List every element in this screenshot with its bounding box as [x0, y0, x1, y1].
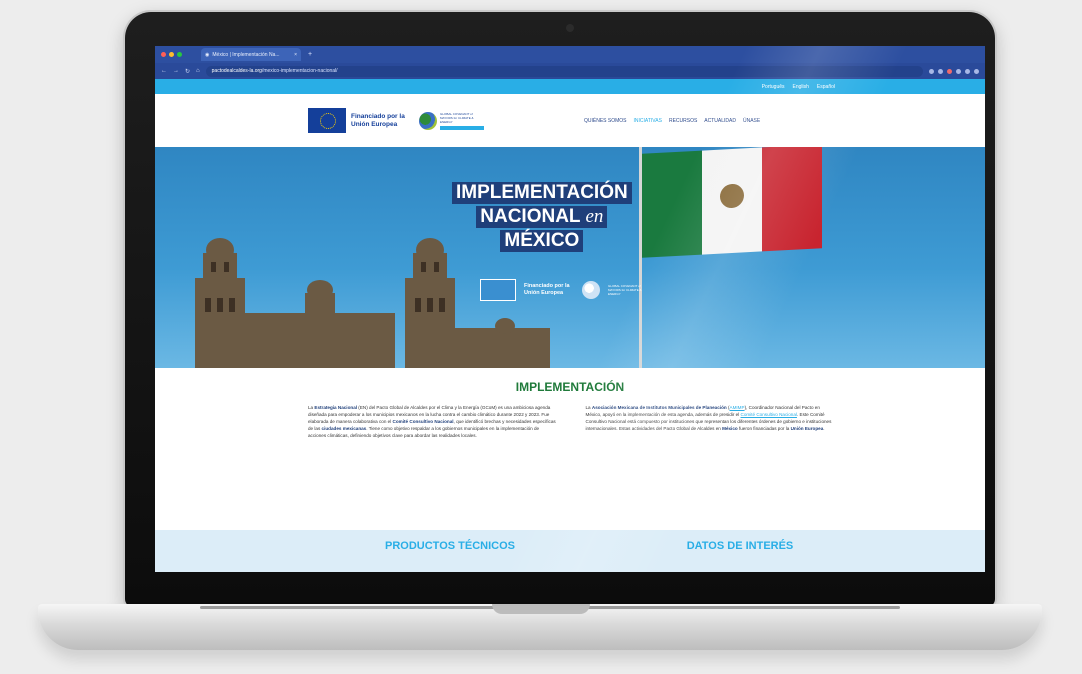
text-run: Estrategia Nacional — [314, 405, 358, 410]
bottom-bar: PRODUCTOS TÉCNICOS DATOS DE INTERÉS — [155, 530, 985, 572]
address-bar-row: ← → ↻ ⌂ pactodealcaldes-la.org /mexico-i… — [155, 63, 985, 79]
reload-icon[interactable]: ↻ — [185, 68, 190, 75]
extension-icon[interactable] — [938, 68, 943, 74]
lang-espanol[interactable]: Español — [817, 84, 835, 90]
url-domain: pactodealcaldes-la.org — [211, 68, 262, 74]
globe-icon: ◉ — [205, 51, 210, 58]
text-run: Unión Europea — [790, 426, 824, 431]
section-title: IMPLEMENTACIÓN — [515, 380, 625, 394]
home-icon[interactable]: ⌂ — [196, 68, 200, 74]
close-icon[interactable]: × — [294, 52, 297, 58]
extensions — [929, 68, 979, 74]
profile-icon[interactable] — [965, 68, 970, 74]
language-bar: Português English Español — [155, 79, 985, 94]
lang-english[interactable]: English — [793, 84, 809, 90]
eu-logo[interactable]: Financiado por la Unión Europea — [308, 108, 409, 133]
forward-icon[interactable]: → — [173, 68, 179, 74]
text-run: México — [722, 426, 738, 431]
maximize-window-icon[interactable] — [177, 52, 182, 57]
lang-portugues[interactable]: Português — [762, 84, 785, 90]
datos-de-interes-heading[interactable]: DATOS DE INTERÉS — [595, 530, 985, 572]
camera — [566, 24, 574, 32]
close-window-icon[interactable] — [161, 52, 166, 57]
text-run: Comité Consultivo Nacional — [392, 419, 454, 424]
tab-title: México | Implementación Na... — [212, 51, 280, 58]
browser-tabbar: ◉ México | Implementación Na... × + — [155, 46, 985, 63]
nav-unase[interactable]: ÚNASE — [743, 118, 760, 124]
eu-flag-icon — [308, 108, 346, 133]
inline-link[interactable]: AMIMP — [730, 405, 745, 410]
hero-banner: IMPLEMENTACIÓN NACIONAL en MÉXICO Financ… — [155, 147, 985, 368]
main-menu: QUIÉNES SOMOS INICIATIVAS RECURSOS ACTUA… — [584, 118, 760, 124]
hero-title-line3: MÉXICO — [500, 230, 584, 252]
hero-eu-text: Financiado por la Unión Europea — [524, 283, 570, 296]
text-run: . — [823, 426, 825, 431]
eu-flag-icon — [480, 279, 516, 301]
new-tab-button[interactable]: + — [308, 51, 312, 58]
nav-actualidad[interactable]: ACTUALIDAD — [704, 118, 736, 124]
gcom-globe-icon — [582, 281, 600, 299]
extension-icon[interactable] — [947, 68, 952, 74]
url-path: /mexico-implementacion-nacional/ — [261, 68, 338, 74]
section-col-right: La Asociación Mexicana de Institutos Mun… — [586, 404, 836, 439]
extension-icon[interactable] — [956, 68, 961, 74]
hero-logos: Financiado por la Unión Europea GLOBAL C… — [480, 279, 648, 301]
back-icon[interactable]: ← — [161, 68, 167, 74]
browser-tab[interactable]: ◉ México | Implementación Na... × — [201, 48, 301, 61]
nav-recursos[interactable]: RECURSOS — [669, 118, 697, 124]
minimize-window-icon[interactable] — [169, 52, 174, 57]
nav-iniciativas[interactable]: INICIATIVAS — [634, 118, 662, 124]
hero-gcom-text: GLOBAL COVENANT of MAYORS for CLIMATE & … — [608, 284, 642, 296]
gcom-logo-text: GLOBAL COVENANT of MAYORS for CLIMATE & … — [440, 111, 474, 124]
nav-quienes-somos[interactable]: QUIÉNES SOMOS — [584, 118, 627, 124]
text-run: ciudades mexicanas — [321, 426, 367, 431]
url-field[interactable]: pactodealcaldes-la.org /mexico-implement… — [205, 65, 923, 77]
laptop-notch — [492, 604, 590, 614]
hero-title: IMPLEMENTACIÓN NACIONAL en MÉXICO — [452, 182, 632, 254]
text-run: Asociación Mexicana de Institutos Munici… — [591, 405, 727, 410]
text-run: fueron financiadas por la — [737, 426, 791, 431]
hero-title-line2: NACIONAL — [480, 206, 581, 227]
hero-title-line1: IMPLEMENTACIÓN — [452, 182, 632, 204]
inline-link[interactable]: Comité Consultivo Nacional — [741, 412, 797, 417]
menu-icon[interactable] — [974, 68, 979, 74]
eu-logo-text: Financiado por la Unión Europea — [351, 112, 405, 128]
section-columns: La Estrategia Nacional (EN) del Pacto Gl… — [155, 404, 985, 439]
screen: ◉ México | Implementación Na... × + ← → … — [155, 46, 985, 572]
productos-tecnicos-heading[interactable]: PRODUCTOS TÉCNICOS — [155, 530, 595, 572]
hero-title-en: en — [585, 206, 604, 227]
gcom-logo[interactable]: GLOBAL COVENANT of MAYORS for CLIMATE & … — [419, 111, 484, 130]
site-header: Financiado por la Unión Europea GLOBAL C… — [155, 94, 985, 147]
section-col-left: La Estrategia Nacional (EN) del Pacto Gl… — [308, 404, 558, 439]
extension-icon[interactable] — [929, 68, 934, 74]
mexican-flag-image — [642, 147, 822, 258]
gcom-globe-icon — [419, 111, 437, 130]
